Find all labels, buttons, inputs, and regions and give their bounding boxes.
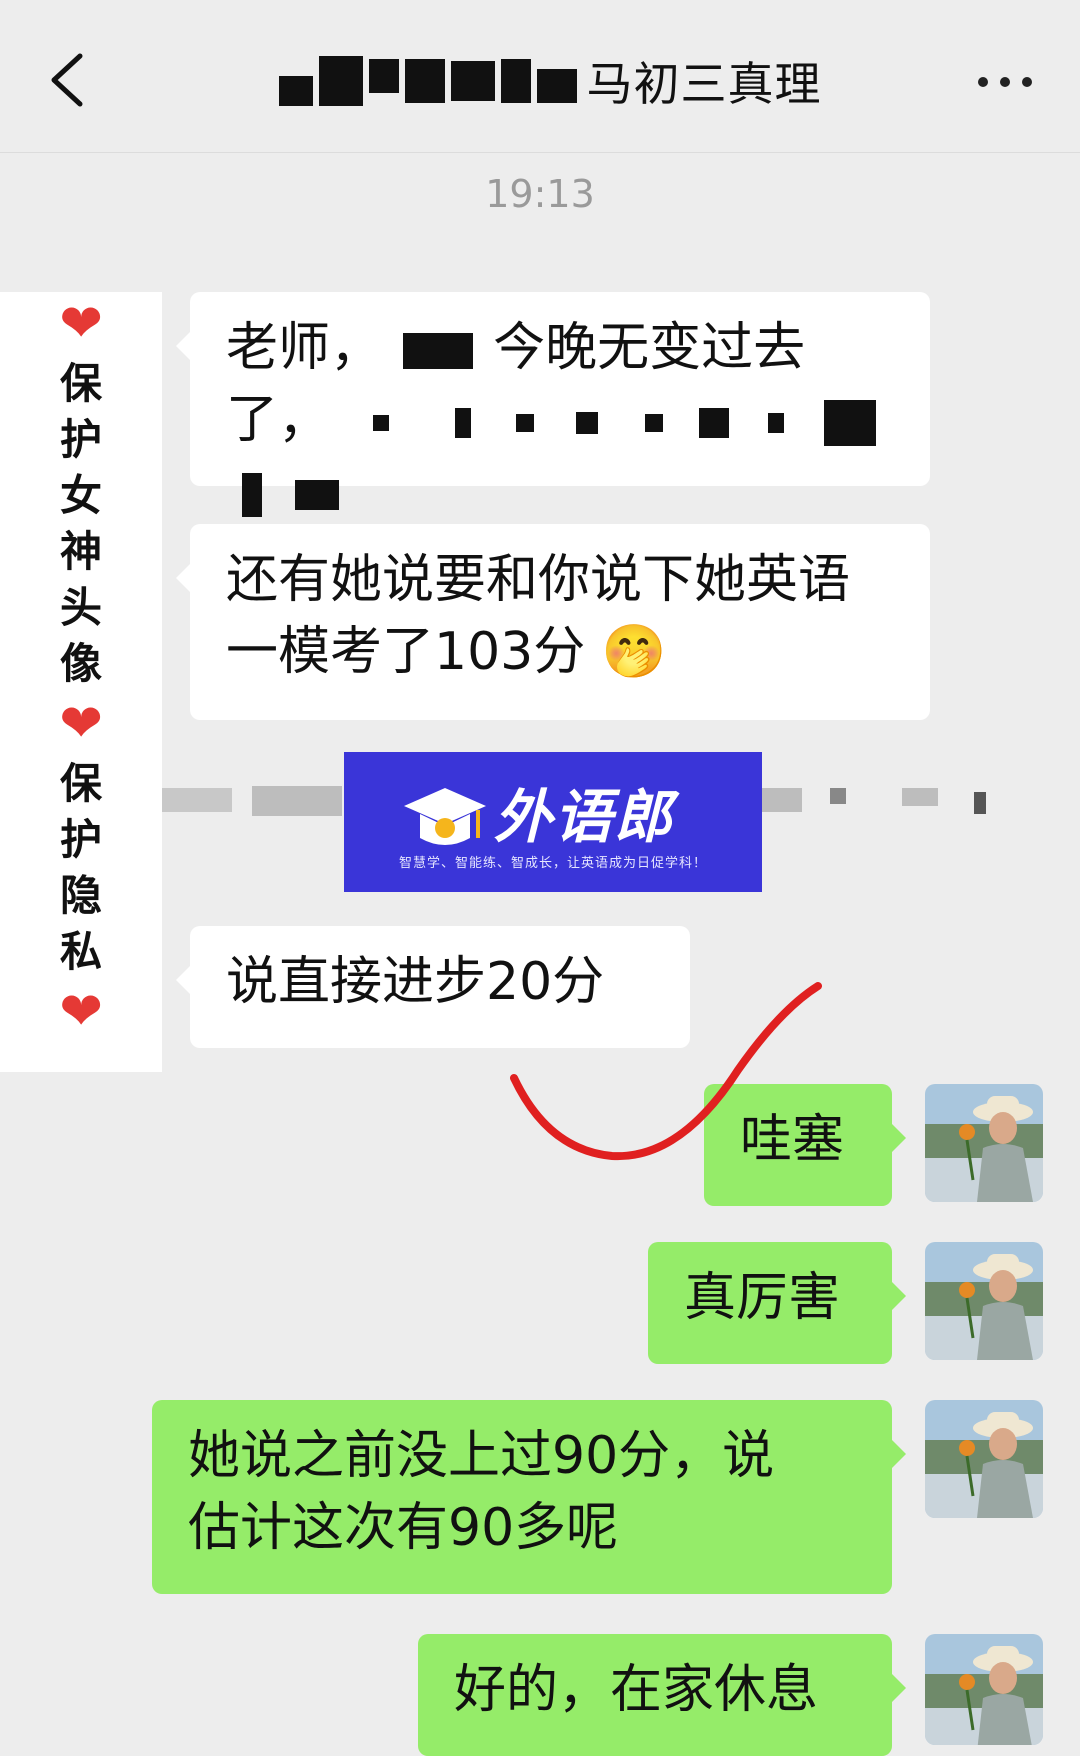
- watermark-char: 私: [59, 927, 102, 976]
- avatar-image: [925, 1242, 1043, 1360]
- message-text: 哇塞: [740, 1110, 845, 1170]
- heart-icon: ❤: [59, 982, 103, 1042]
- incoming-message[interactable]: 说直接进步20分: [176, 926, 690, 1048]
- message-text: 还有她说要和你说下她英语: [226, 550, 851, 610]
- message-text: 今晚无变过去: [493, 318, 806, 378]
- outgoing-message[interactable]: 她说之前没上过90分，说 估计这次有90多呢: [152, 1400, 906, 1594]
- watermark-char: 隐: [59, 871, 102, 920]
- message-text: 她说之前没上过90分，说: [188, 1426, 775, 1486]
- banner-title: 外语郎: [494, 783, 675, 851]
- message-text: 了，: [226, 390, 331, 450]
- emoji-icon: 🤭: [601, 622, 667, 682]
- chat-title: 马初三真理: [230, 38, 870, 124]
- message-text: 说直接进步20分: [226, 952, 605, 1012]
- back-button[interactable]: [38, 40, 108, 120]
- redacted-name: [278, 51, 583, 111]
- avatar[interactable]: [925, 1634, 1043, 1745]
- avatar-image: [925, 1634, 1043, 1745]
- avatar[interactable]: [925, 1400, 1043, 1518]
- outgoing-message[interactable]: 真厉害: [648, 1242, 906, 1364]
- ad-banner[interactable]: 外语郎 智慧学、智能练、智成长，让英语成为日促学科！: [344, 752, 762, 892]
- watermark-char: 保: [59, 759, 102, 808]
- privacy-watermark: ❤ 保 护 女 神 头 像 ❤ 保 护 隐 私 ❤: [0, 292, 162, 1072]
- graduation-cap-icon: [404, 788, 486, 845]
- watermark-char: 女: [59, 471, 102, 520]
- avatar-image: [925, 1084, 1043, 1202]
- message-text: 真厉害: [684, 1268, 841, 1328]
- watermark-char: 像: [59, 639, 102, 688]
- outgoing-message[interactable]: 好的，在家休息: [418, 1634, 906, 1756]
- redacted-text: [402, 333, 473, 369]
- message-timestamp: 19:13: [485, 172, 595, 216]
- avatar-image: [925, 1400, 1043, 1518]
- incoming-message[interactable]: 还有她说要和你说下她英语 一模考了103分 🤭: [176, 524, 930, 720]
- chat-title-text: 马初三真理: [586, 57, 822, 111]
- watermark-char: 保: [59, 359, 102, 408]
- avatar[interactable]: [925, 1242, 1043, 1360]
- watermark-char: 护: [59, 815, 102, 864]
- message-text: 好的，在家休息: [454, 1660, 819, 1720]
- message-text: 估计这次有90多呢: [188, 1498, 619, 1558]
- message-text: 一模考了103分: [226, 622, 586, 682]
- banner-tagline: 智慧学、智能练、智成长，让英语成为日促学科！: [398, 856, 707, 871]
- outgoing-message[interactable]: 哇塞: [704, 1084, 906, 1206]
- watermark-char: 护: [59, 415, 102, 464]
- watermark-char: 头: [59, 583, 102, 632]
- watermark-char: 神: [59, 527, 102, 576]
- avatar[interactable]: [925, 1084, 1043, 1202]
- incoming-message[interactable]: 老师， 今晚无变过去 了，: [176, 292, 930, 517]
- chevron-left-icon: [51, 53, 83, 107]
- heart-icon: ❤: [59, 294, 103, 354]
- message-text: 老师，: [226, 318, 383, 378]
- chat-header: 马初三真理: [0, 0, 1080, 153]
- ellipsis-icon: [978, 77, 988, 87]
- heart-icon: ❤: [59, 694, 103, 754]
- more-options-button[interactable]: [965, 62, 1045, 102]
